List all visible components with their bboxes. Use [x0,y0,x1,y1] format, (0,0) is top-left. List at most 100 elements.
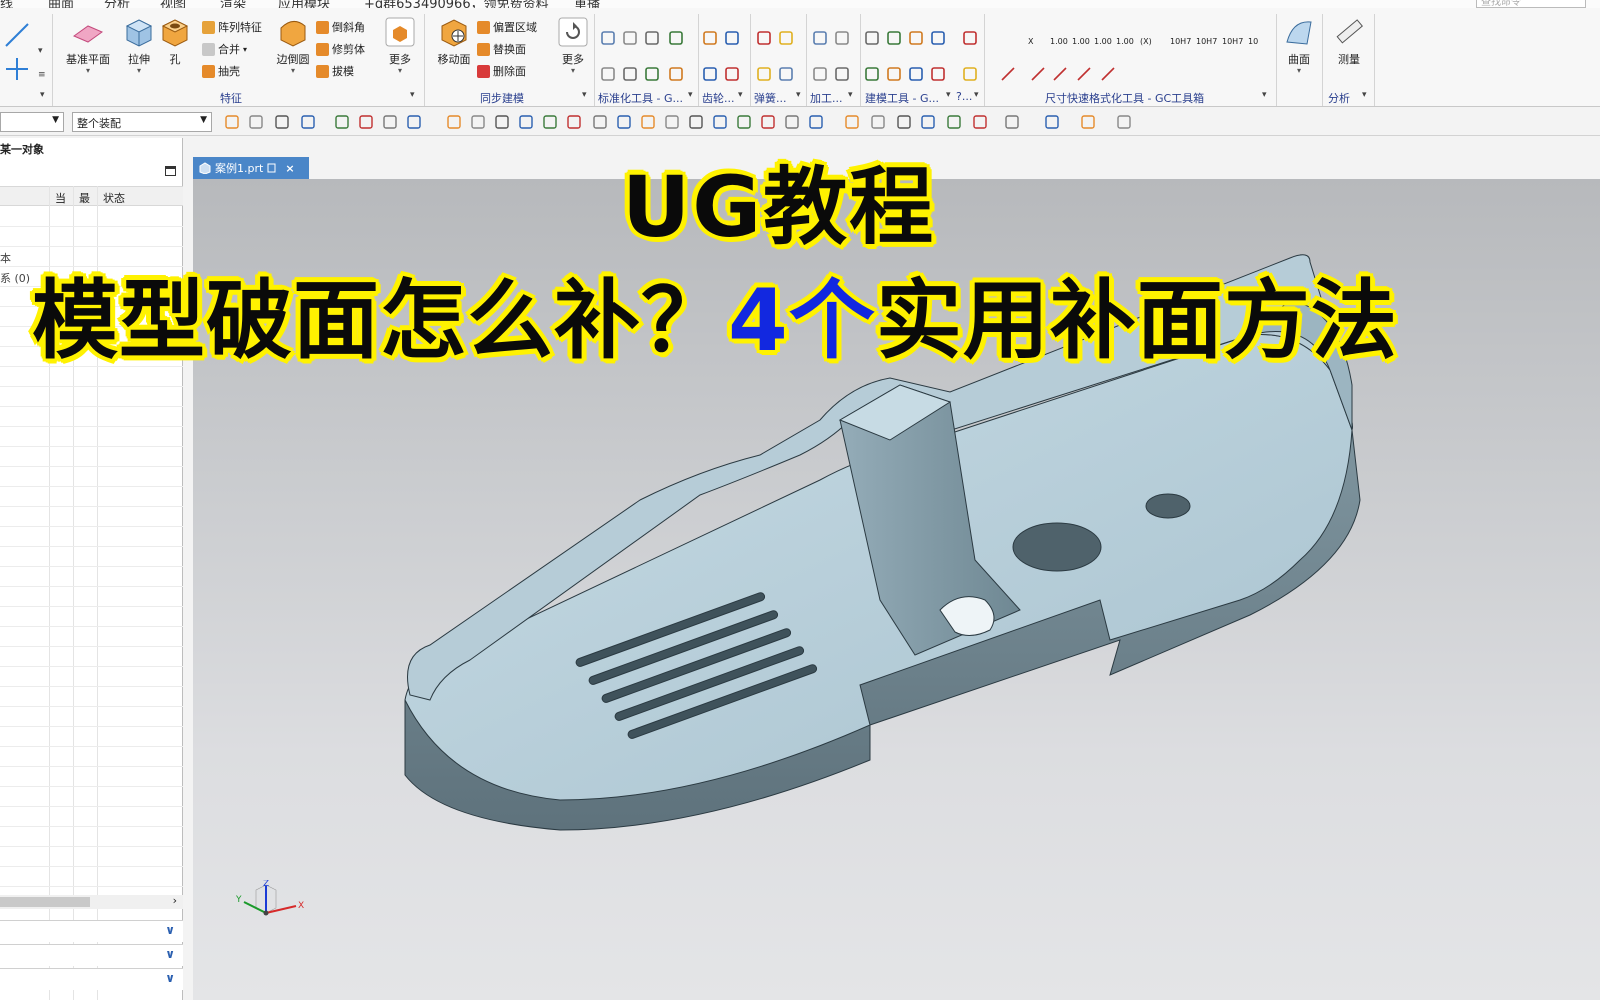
dimension-format-button[interactable]: 10H7 [1196,32,1217,50]
navigator-row[interactable] [0,767,183,787]
chevron-down-icon[interactable]: ▾ [582,90,587,100]
navigator-row[interactable] [0,627,183,647]
navigator-horizontal-scrollbar[interactable]: › [0,894,183,909]
restore-window-icon[interactable] [267,163,277,173]
chevron-down-icon[interactable]: ▾ [796,90,801,100]
dimension-format-button[interactable]: (X) [1140,32,1152,50]
tool-command-icon[interactable] [724,66,740,82]
selection-filter-icon[interactable] [896,114,912,130]
feature-more-button[interactable]: 更多 ▾ [375,16,425,75]
close-tab-icon[interactable]: × [285,162,294,175]
selection-filter-icon[interactable] [446,114,462,130]
menu-item-render[interactable]: 渲染 [220,0,246,8]
navigator-row[interactable] [0,447,183,467]
preview-panel[interactable]: ∨ [0,968,183,990]
navigator-row[interactable] [0,727,183,747]
chevron-down-icon[interactable]: ▾ [738,90,743,100]
menu-item-view[interactable]: 视图 [160,0,186,8]
command-search-input[interactable]: 查找命令 [1476,0,1586,8]
navigator-row[interactable] [0,527,183,547]
selection-filter-icon[interactable] [406,114,422,130]
selection-filter-icon[interactable] [248,114,264,130]
selection-filter-icon[interactable] [640,114,656,130]
selection-filter-icon[interactable] [946,114,962,130]
dimension-format-button[interactable]: 1.00 [1072,32,1090,50]
navigator-row[interactable] [0,867,183,887]
chamfer-button[interactable]: 倒斜角 [316,18,365,36]
navigator-row[interactable] [0,807,183,827]
tool-command-icon[interactable] [702,30,718,46]
selection-filter-icon[interactable] [274,114,290,130]
tool-command-icon[interactable] [908,66,924,82]
trim-body-button[interactable]: 修剪体 [316,40,365,58]
tool-command-icon[interactable] [834,66,850,82]
selection-filter-icon[interactable] [334,114,350,130]
selection-filter-icon[interactable] [616,114,632,130]
tool-command-icon[interactable] [756,30,772,46]
navigator-row[interactable] [0,847,183,867]
menu-item-line[interactable]: 线 [0,0,13,8]
selection-filter-icon[interactable] [566,114,582,130]
dimension-format-button[interactable]: 10H7 [1170,32,1191,50]
menu-item-promo[interactable]: +q群653490966，领免费资料 [364,0,549,8]
selection-filter-icon[interactable] [870,114,886,130]
navigator-row[interactable] [0,407,183,427]
selection-filter-icon[interactable] [972,114,988,130]
navigator-row[interactable] [0,467,183,487]
navigator-row[interactable] [0,827,183,847]
chevron-right-icon[interactable]: › [173,894,177,907]
selection-filter-icon[interactable] [844,114,860,130]
selection-filter-icon[interactable] [1044,114,1060,130]
type-filter-select[interactable]: ▼ [0,112,64,132]
offset-region-button[interactable]: 偏置区域 [477,18,537,36]
scrollbar-thumb[interactable] [0,897,90,907]
selection-filter-icon[interactable] [920,114,936,130]
dimension-tool-icon[interactable] [1052,66,1068,82]
tool-command-icon[interactable] [834,30,850,46]
tool-command-icon[interactable] [886,66,902,82]
dimension-format-button[interactable]: 1.00 [1050,32,1068,50]
navigator-row[interactable] [0,487,183,507]
navigator-row[interactable] [0,667,183,687]
menu-item-surface[interactable]: 曲面 [48,0,74,8]
navigator-row[interactable] [0,227,183,247]
dimension-tool-icon[interactable] [1076,66,1092,82]
draft-button[interactable]: 拔模 [316,62,354,80]
navigator-row[interactable] [0,607,183,627]
selection-filter-icon[interactable] [470,114,486,130]
selection-filter-icon[interactable] [1080,114,1096,130]
delete-face-button[interactable]: 删除面 [477,62,526,80]
tool-command-icon[interactable] [644,66,660,82]
tool-command-icon[interactable] [600,30,616,46]
replace-face-button[interactable]: 替换面 [477,40,526,58]
selection-filter-icon[interactable] [736,114,752,130]
tool-command-icon[interactable] [930,66,946,82]
dimension-tool-icon[interactable] [1100,66,1116,82]
navigator-row[interactable] [0,507,183,527]
dimension-format-button[interactable]: 10H7 [1222,32,1243,50]
selection-filter-icon[interactable] [592,114,608,130]
selection-filter-icon[interactable] [784,114,800,130]
tool-command-icon[interactable] [644,30,660,46]
edge-blend-button[interactable]: 边倒圆 ▾ [268,16,318,75]
tool-command-icon[interactable] [600,66,616,82]
chevron-down-icon[interactable]: ▾ [1262,90,1267,100]
selection-filter-icon[interactable] [358,114,374,130]
chevron-down-icon[interactable]: ≡ [38,70,46,80]
tool-command-icon[interactable] [812,66,828,82]
line-icon[interactable] [4,22,30,48]
dimension-format-button[interactable]: 10 [1248,32,1258,50]
unite-button[interactable]: 合并 ▾ [202,40,247,58]
dimension-format-button[interactable]: 1.00 [1094,32,1112,50]
measure-button[interactable]: 测量 [1324,16,1374,67]
tool-command-icon[interactable] [962,30,978,46]
chevron-down-icon[interactable]: ▾ [1362,90,1367,100]
menu-item-replay[interactable]: 重播 [574,0,600,8]
tool-command-icon[interactable] [668,30,684,46]
navigator-row[interactable] [0,707,183,727]
dimension-format-button[interactable]: X [1028,32,1033,50]
chevron-down-icon[interactable]: ▾ [848,90,853,100]
selection-filter-icon[interactable] [808,114,824,130]
tool-command-icon[interactable] [778,30,794,46]
selection-filter-icon[interactable] [224,114,240,130]
